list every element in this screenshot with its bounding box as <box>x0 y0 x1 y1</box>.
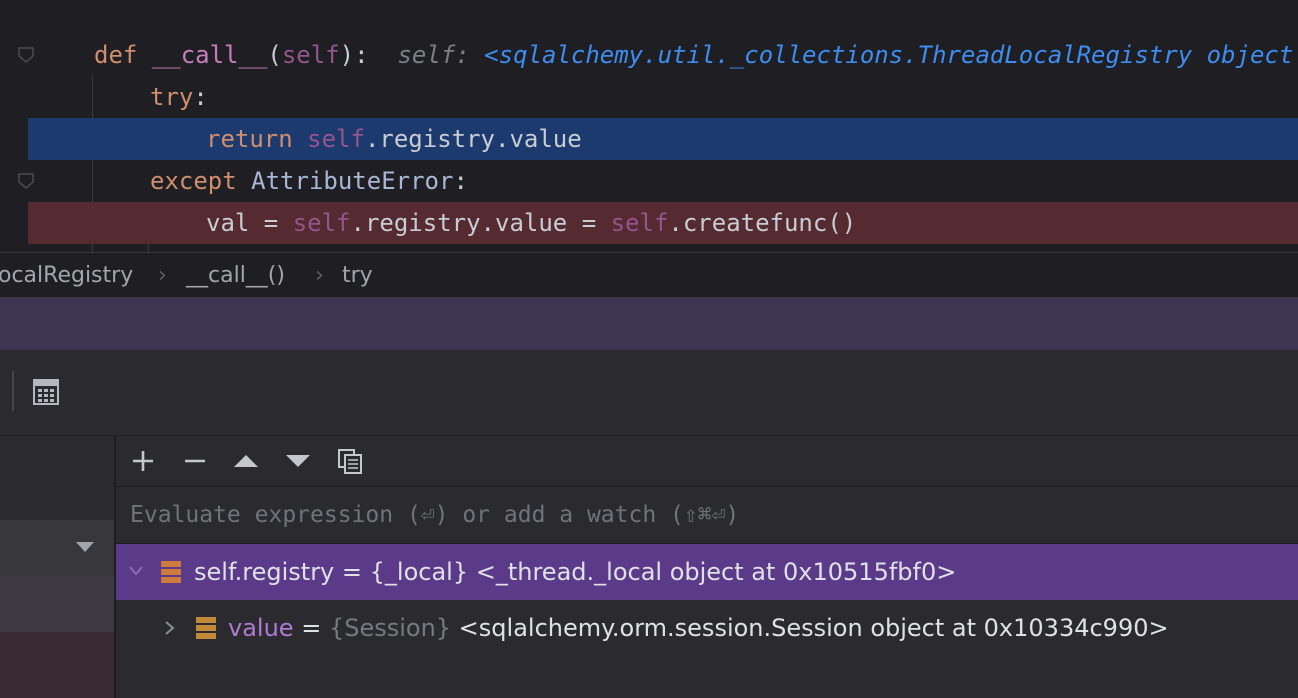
inline-hint-label: self: <box>397 41 470 69</box>
call-expression: .createfunc() <box>668 209 857 237</box>
equals-sign: = <box>334 558 370 586</box>
arrow-down-icon[interactable] <box>285 448 311 474</box>
function-name: __call__ <box>151 41 268 69</box>
code-line-def[interactable]: def __call__(self): self: <sqlalchemy.ut… <box>0 34 1298 76</box>
watch-value: <sqlalchemy.orm.session.Session object a… <box>451 614 1169 642</box>
class-name: AttributeError <box>251 167 454 195</box>
paren-colon: ): <box>339 41 369 69</box>
paren: ( <box>267 41 282 69</box>
keyword: try <box>150 83 194 111</box>
calculator-icon[interactable] <box>33 379 59 405</box>
toolbar-separator <box>12 371 14 411</box>
self-ref: self <box>307 125 365 153</box>
code-editor[interactable]: def __call__(self): self: <sqlalchemy.ut… <box>0 0 1298 252</box>
field-icon <box>196 617 216 639</box>
breadcrumb: ocalRegistry › __call__() › try <box>0 252 1298 298</box>
equals-sign: = <box>293 614 329 642</box>
breadcrumb-item-try[interactable]: try <box>342 263 373 288</box>
expression: .registry.value = <box>350 209 611 237</box>
keyword: except <box>150 167 237 195</box>
breadcrumb-separator: › <box>158 263 167 288</box>
self-ref: self <box>610 209 669 237</box>
breadcrumb-item-function[interactable]: __call__() <box>186 263 285 288</box>
self-ref: self <box>292 209 351 237</box>
frames-panel <box>0 436 116 698</box>
colon: : <box>453 167 468 195</box>
watch-row-selected[interactable]: self.registry = {_local} <_thread._local… <box>116 544 1298 600</box>
variables-panel: Evaluate expression (⏎) or add a watch (… <box>116 436 1298 698</box>
chevron-down-icon[interactable] <box>128 564 144 578</box>
watch-name: value <box>228 614 294 642</box>
chevron-right-icon[interactable] <box>164 620 176 636</box>
debug-toolbar <box>0 351 1298 436</box>
code-line-breakpoint[interactable]: val = self.registry.value = self.createf… <box>28 202 1298 244</box>
plus-icon[interactable] <box>130 448 156 474</box>
copy-icon[interactable] <box>337 448 363 474</box>
colon: : <box>193 83 208 111</box>
watches-toolbar <box>116 436 1298 486</box>
watch-type: {_local} <box>369 558 469 586</box>
watch-row[interactable]: value = {Session} <sqlalchemy.orm.sessio… <box>116 600 1298 656</box>
fold-icon[interactable] <box>17 46 35 64</box>
code-line-current[interactable]: return self.registry.value <box>28 118 1298 160</box>
watch-name: self.registry <box>194 558 335 586</box>
code-line-except[interactable]: except AttributeError: <box>0 160 1298 202</box>
fold-icon[interactable] <box>17 172 35 190</box>
expression: .registry.value <box>364 125 582 153</box>
thread-selector[interactable] <box>0 520 114 576</box>
watch-type: {Session} <box>328 614 452 642</box>
chevron-down-icon[interactable] <box>76 542 94 552</box>
breadcrumb-separator: › <box>315 263 324 288</box>
debug-session-strip <box>0 298 1298 351</box>
self-param: self <box>281 41 340 69</box>
arrow-up-icon[interactable] <box>233 448 259 474</box>
assignment-target: val = <box>206 209 293 237</box>
keyword: return <box>206 125 293 153</box>
inline-hint-value[interactable]: <sqlalchemy.util._collections.ThreadLoca… <box>484 41 1298 69</box>
frame-item[interactable] <box>0 576 114 632</box>
watch-value: <_thread._local object at 0x10515fbf0> <box>468 558 957 586</box>
code-line-try[interactable]: try: <box>0 76 1298 118</box>
frame-item[interactable] <box>0 632 114 698</box>
breadcrumb-item-class[interactable]: ocalRegistry <box>0 263 133 288</box>
field-icon <box>161 561 181 583</box>
minus-icon[interactable] <box>182 448 208 474</box>
keyword: def <box>94 41 138 69</box>
evaluate-expression-input[interactable]: Evaluate expression (⏎) or add a watch (… <box>116 486 1298 544</box>
